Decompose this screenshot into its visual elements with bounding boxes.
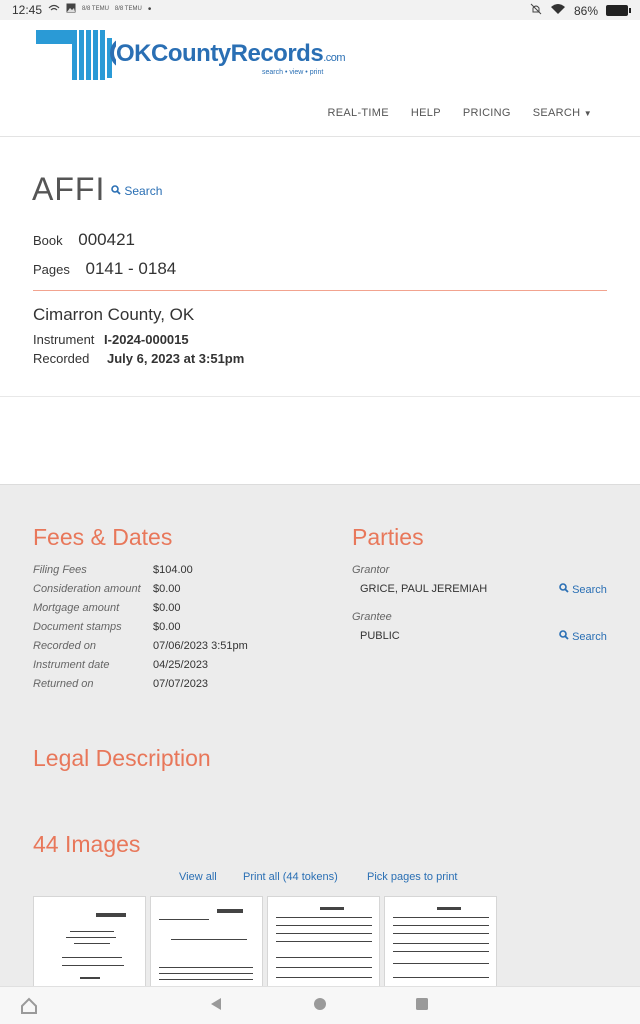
main-nav: REAL-TIME HELP PRICING SEARCH ▼ bbox=[328, 107, 592, 119]
book-value: 000421 bbox=[78, 230, 135, 249]
temu-icon: 8/8 TEMU bbox=[114, 6, 142, 12]
fee-row: Consideration amount $0.00 bbox=[33, 583, 181, 595]
fee-row: Returned on 07/07/2023 bbox=[33, 678, 209, 690]
fee-row: Document stamps $0.00 bbox=[33, 621, 181, 633]
search-icon bbox=[559, 583, 569, 596]
image-thumbnail[interactable] bbox=[384, 896, 497, 987]
logo-bars-icon bbox=[36, 30, 116, 80]
image-thumbnail[interactable] bbox=[150, 896, 263, 987]
status-icons-right: 86% bbox=[530, 3, 631, 18]
pages-row: Pages 0141 - 0184 bbox=[33, 259, 176, 279]
wifi-icon bbox=[550, 3, 566, 18]
record-summary: AFFI Search Book 000421 Pages 0141 - 018… bbox=[0, 137, 640, 397]
pages-label: Pages bbox=[33, 262, 70, 277]
divider bbox=[33, 290, 607, 291]
instrument-value: I-2024-000015 bbox=[104, 332, 189, 347]
temu-icon: 8/8 TEMU bbox=[82, 6, 109, 12]
status-time: 12:45 bbox=[12, 3, 43, 17]
status-icons-left: 8/8 TEMU 8/8 TEMU • bbox=[48, 3, 151, 15]
battery-icon bbox=[606, 5, 631, 16]
fee-row: Instrument date 04/25/2023 bbox=[33, 659, 209, 671]
home-icon[interactable] bbox=[20, 997, 38, 1020]
details-section: Fees & Dates Filing Fees $104.00 Consider… bbox=[0, 484, 640, 987]
site-logo[interactable]: OKCountyRecords.com search • view • prin… bbox=[36, 28, 346, 88]
parties-title: Parties bbox=[352, 524, 424, 550]
mute-icon bbox=[530, 3, 542, 18]
fee-row: Filing Fees $104.00 bbox=[33, 564, 193, 576]
print-all-link[interactable]: Print all (44 tokens) bbox=[243, 871, 338, 883]
system-nav-bar bbox=[0, 986, 640, 1024]
site-header: OKCountyRecords.com search • view • prin… bbox=[0, 20, 640, 137]
status-bar: 12:45 8/8 TEMU 8/8 TEMU • 86% bbox=[0, 0, 640, 20]
pick-pages-link[interactable]: Pick pages to print bbox=[367, 871, 458, 883]
image-thumbnail[interactable] bbox=[33, 896, 146, 987]
fees-title: Fees & Dates bbox=[33, 524, 173, 550]
pages-value: 0141 - 0184 bbox=[85, 259, 177, 278]
nav-search[interactable]: SEARCH ▼ bbox=[533, 107, 592, 119]
instrument-row: Instrument I-2024-000015 bbox=[33, 332, 189, 347]
fee-row: Mortgage amount $0.00 bbox=[33, 602, 181, 614]
view-all-link[interactable]: View all bbox=[179, 871, 217, 883]
recents-icon[interactable] bbox=[415, 997, 429, 1016]
nav-pricing[interactable]: PRICING bbox=[463, 107, 511, 119]
book-label: Book bbox=[33, 233, 63, 248]
grantee-name: PUBLIC bbox=[360, 630, 400, 642]
grantee-label: Grantee bbox=[352, 611, 392, 623]
dot-icon: • bbox=[147, 3, 152, 15]
nav-realtime[interactable]: REAL-TIME bbox=[328, 107, 389, 119]
grantor-label: Grantor bbox=[352, 564, 390, 576]
nav-help[interactable]: HELP bbox=[411, 107, 441, 119]
book-row: Book 000421 bbox=[33, 230, 135, 250]
grantee-search-link[interactable]: Search bbox=[559, 630, 607, 643]
recorded-label: Recorded bbox=[33, 351, 90, 366]
cast-icon bbox=[48, 3, 60, 15]
image-thumbnail[interactable] bbox=[267, 896, 380, 987]
logo-text: OKCountyRecords.com bbox=[116, 40, 346, 67]
fee-row: Recorded on 07/06/2023 3:51pm bbox=[33, 640, 248, 652]
county-name: Cimarron County, OK bbox=[33, 305, 195, 324]
images-title: 44 Images bbox=[33, 831, 141, 857]
caret-down-icon: ▼ bbox=[583, 109, 592, 118]
grantor-name: GRICE, PAUL JEREMIAH bbox=[360, 583, 488, 595]
instrument-label: Instrument bbox=[33, 332, 95, 347]
recorded-row: Recorded July 6, 2023 at 3:51pm bbox=[33, 351, 244, 366]
image-icon bbox=[66, 3, 76, 15]
grantor-search-link[interactable]: Search bbox=[559, 583, 607, 596]
doc-type: AFFI bbox=[32, 171, 106, 207]
battery-percent: 86% bbox=[573, 3, 598, 18]
legal-title: Legal Description bbox=[33, 745, 211, 771]
recorded-value: July 6, 2023 at 3:51pm bbox=[107, 351, 245, 366]
home-circle-icon[interactable] bbox=[313, 997, 327, 1016]
logo-tagline: search • view • print bbox=[262, 69, 324, 76]
back-icon[interactable] bbox=[209, 997, 223, 1016]
search-icon bbox=[559, 630, 569, 643]
search-icon bbox=[111, 184, 124, 198]
doc-type-search-link[interactable]: Search bbox=[111, 184, 162, 198]
